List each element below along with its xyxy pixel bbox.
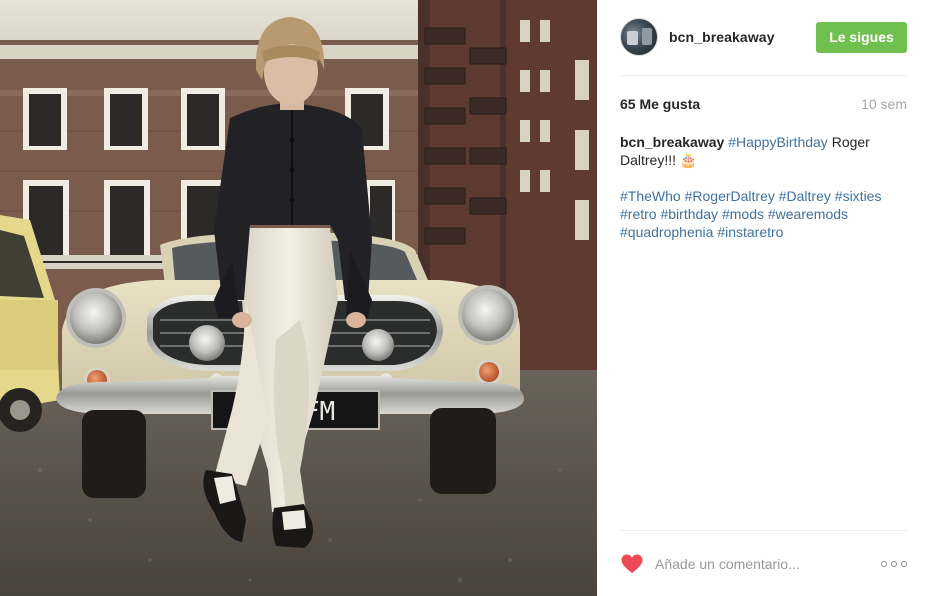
- profile-avatar[interactable]: [620, 18, 658, 56]
- like-button[interactable]: [620, 553, 644, 575]
- comment-divider: [620, 530, 907, 531]
- post-header: bcn_breakaway Le sigues: [620, 17, 907, 57]
- comment-bar: [620, 553, 907, 575]
- more-dot: [901, 561, 907, 567]
- post-caption: bcn_breakaway #HappyBirthday Roger Daltr…: [620, 133, 907, 241]
- hashtag[interactable]: #HappyBirthday: [728, 134, 828, 150]
- heart-icon: [621, 554, 643, 573]
- post-details-panel: bcn_breakaway Le sigues 65 Me gusta 10 s…: [597, 0, 929, 596]
- hashtag[interactable]: #birthday: [660, 206, 718, 222]
- likes-count[interactable]: 65 Me gusta: [620, 96, 700, 112]
- hashtag[interactable]: #wearemods: [768, 206, 848, 222]
- caption-line: bcn_breakaway #HappyBirthday Roger Daltr…: [620, 133, 907, 169]
- more-dot: [881, 561, 887, 567]
- hashtag[interactable]: #RogerDaltrey: [685, 188, 775, 204]
- hashtag[interactable]: #mods: [722, 206, 764, 222]
- hashtag-list: #TheWho #RogerDaltrey #Daltrey #sixties …: [620, 187, 907, 241]
- hashtag[interactable]: #sixties: [835, 188, 882, 204]
- header-divider: [620, 75, 907, 76]
- more-options-icon[interactable]: [881, 559, 907, 569]
- instagram-post: 8 YFM: [0, 0, 929, 596]
- hashtag[interactable]: #retro: [620, 206, 657, 222]
- comment-input[interactable]: [655, 556, 881, 572]
- photo-scene: 8 YFM: [0, 0, 597, 596]
- post-photo[interactable]: 8 YFM: [0, 0, 597, 596]
- more-dot: [891, 561, 897, 567]
- hashtag[interactable]: #instaretro: [717, 224, 783, 240]
- post-username[interactable]: bcn_breakaway: [669, 29, 775, 45]
- caption-author[interactable]: bcn_breakaway: [620, 134, 724, 150]
- post-timestamp[interactable]: 10 sem: [861, 96, 907, 112]
- following-button[interactable]: Le sigues: [816, 21, 907, 53]
- hashtag[interactable]: #Daltrey: [779, 188, 831, 204]
- post-stats: 65 Me gusta 10 sem: [620, 96, 907, 112]
- hashtag[interactable]: #TheWho: [620, 188, 681, 204]
- hashtag[interactable]: #quadrophenia: [620, 224, 713, 240]
